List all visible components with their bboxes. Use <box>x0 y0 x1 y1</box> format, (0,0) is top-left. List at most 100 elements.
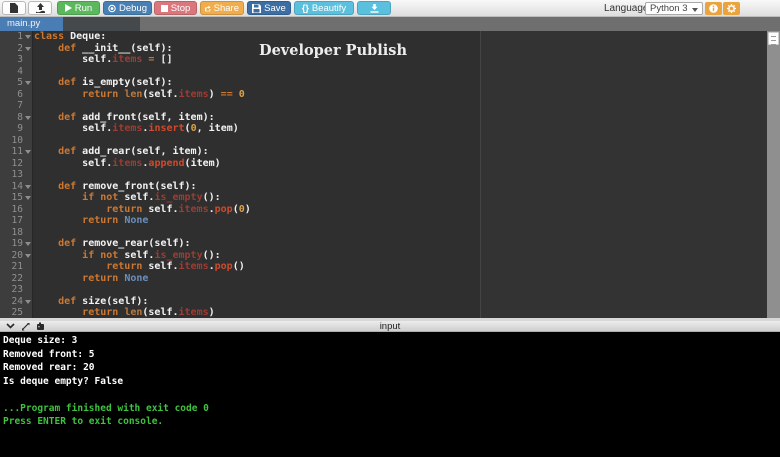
console-input-label: input <box>379 320 401 332</box>
play-icon <box>64 4 72 12</box>
gutter-line-number[interactable]: 5 <box>0 77 32 89</box>
code-line[interactable]: if not self.is_empty(): <box>34 250 766 262</box>
tab-bar: main.py <box>0 17 780 31</box>
gutter-line-number[interactable]: 21 <box>0 261 32 273</box>
code-line[interactable]: self.items.insert(0, item) <box>34 123 766 135</box>
info-button[interactable] <box>705 2 722 15</box>
code-line[interactable]: return self.items.pop() <box>34 261 766 273</box>
gutter-line-number[interactable]: 9 <box>0 123 32 135</box>
beautify-button-label: Beautify <box>311 2 347 14</box>
code-line[interactable]: return len(self.items) <box>34 307 766 318</box>
gear-icon <box>727 4 736 13</box>
editor-scrollbar-track[interactable] <box>767 31 780 318</box>
tab-strip-spacer <box>63 17 140 31</box>
fold-arrow-icon[interactable] <box>25 242 31 246</box>
editor-scrollbar-thumb[interactable] <box>768 32 779 45</box>
fold-arrow-icon[interactable] <box>25 46 31 51</box>
info-icon <box>709 4 718 13</box>
code-line[interactable]: def is_empty(self): <box>34 77 766 89</box>
settings-button[interactable] <box>723 2 740 15</box>
gutter-line-number[interactable]: 19 <box>0 238 32 250</box>
code-line[interactable] <box>34 169 766 181</box>
gutter-line-number[interactable]: 14 <box>0 181 32 193</box>
code-line[interactable] <box>34 227 766 239</box>
code-line[interactable] <box>34 100 766 112</box>
gutter-line-number[interactable]: 22 <box>0 273 32 285</box>
code-lines[interactable]: class Deque: def __init__(self): self.it… <box>34 31 766 318</box>
fold-arrow-icon[interactable] <box>25 115 31 120</box>
gutter-line-number[interactable]: 17 <box>0 215 32 227</box>
code-line[interactable]: return len(self.items) == 0 <box>34 89 766 101</box>
code-line[interactable]: class Deque: <box>34 31 766 43</box>
code-line[interactable]: def size(self): <box>34 296 766 308</box>
gutter-line-number[interactable]: 4 <box>0 66 32 78</box>
stop-button[interactable]: Stop <box>154 1 197 15</box>
fold-arrow-icon[interactable] <box>25 35 31 39</box>
debug-button-label: Debug <box>119 2 147 14</box>
console-header: input <box>0 321 780 332</box>
fold-arrow-icon[interactable] <box>25 196 31 200</box>
run-button-label: Run <box>74 2 93 14</box>
code-line[interactable]: def add_front(self, item): <box>34 112 766 124</box>
gutter-line-number[interactable]: 6 <box>0 89 32 101</box>
editor-gutter[interactable]: 1 2 3 4 5 6 7 8 9 10 11 12 13 14 15 16 17 18 19 20 21 22 23 24 2… <box>0 31 33 318</box>
gutter-line-number[interactable]: 25 <box>0 307 32 319</box>
gutter-line-number[interactable]: 2 <box>0 43 32 55</box>
gutter-line-number[interactable]: 24 <box>0 296 32 308</box>
gutter-line-number[interactable]: 1 <box>0 31 32 43</box>
console-line: Removed rear: 20 <box>3 362 95 373</box>
gutter-line-number[interactable]: 23 <box>0 284 32 296</box>
gutter-line-number[interactable]: 8 <box>0 112 32 124</box>
console-output[interactable]: Deque size: 3 Removed front: 5 Removed rea… <box>0 332 780 457</box>
beautify-button[interactable]: {} Beautify <box>294 1 354 15</box>
code-line[interactable]: def add_rear(self, item): <box>34 146 766 158</box>
code-line[interactable]: def remove_front(self): <box>34 181 766 193</box>
share-button[interactable]: Share <box>200 1 244 15</box>
stop-square-icon <box>160 4 168 12</box>
upload-button[interactable] <box>28 1 52 15</box>
code-line[interactable] <box>34 135 766 147</box>
gutter-line-number[interactable]: 20 <box>0 250 32 262</box>
select-caret-icon <box>692 8 698 12</box>
language-select-value: Python 3 <box>650 3 688 14</box>
code-editor[interactable]: 1 2 3 4 5 6 7 8 9 10 11 12 13 14 15 16 17 18 19 20 21 22 23 24 2… <box>0 31 780 318</box>
code-line[interactable]: return None <box>34 273 766 285</box>
gutter-line-number[interactable]: 11 <box>0 146 32 158</box>
language-label: Language <box>604 3 649 14</box>
code-line[interactable]: return None <box>34 215 766 227</box>
language-select[interactable]: Python 3 <box>645 2 703 15</box>
fold-arrow-icon[interactable] <box>25 81 31 85</box>
upload-icon <box>35 3 45 13</box>
save-button[interactable]: Save <box>247 1 291 15</box>
code-line[interactable]: self.items.append(item) <box>34 158 766 170</box>
gutter-line-number[interactable]: 3 <box>0 54 32 66</box>
ide-window: Run Debug Stop Share Save {} Beautify La… <box>0 0 780 457</box>
share-icon <box>205 5 211 11</box>
console-line: ...Program finished with exit code 0 <box>3 402 209 414</box>
gutter-line-number[interactable]: 10 <box>0 135 32 147</box>
tab-main-py[interactable]: main.py <box>0 17 63 31</box>
toolbar: Run Debug Stop Share Save {} Beautify La… <box>0 0 780 17</box>
gutter-line-number[interactable]: 15 <box>0 192 32 204</box>
fold-arrow-icon[interactable] <box>25 299 31 304</box>
code-line[interactable] <box>34 284 766 296</box>
fold-arrow-icon[interactable] <box>25 253 31 258</box>
gutter-line-number[interactable]: 18 <box>0 227 32 239</box>
gutter-line-number[interactable]: 16 <box>0 204 32 216</box>
gutter-line-number[interactable]: 12 <box>0 158 32 170</box>
code-line[interactable]: return self.items.pop(0) <box>34 204 766 216</box>
run-button[interactable]: Run <box>57 1 100 15</box>
code-line[interactable] <box>34 66 766 78</box>
save-floppy-icon <box>252 3 262 13</box>
stop-button-label: Stop <box>170 2 191 14</box>
code-line[interactable]: def remove_rear(self): <box>34 238 766 250</box>
debug-button[interactable]: Debug <box>103 1 152 15</box>
new-file-button[interactable] <box>2 1 26 15</box>
code-line[interactable]: if not self.is_empty(): <box>34 192 766 204</box>
gutter-line-number[interactable]: 13 <box>0 169 32 181</box>
gutter-line-number[interactable]: 7 <box>0 100 32 112</box>
fold-arrow-icon[interactable] <box>25 150 31 154</box>
download-button[interactable] <box>357 1 391 15</box>
fold-arrow-icon[interactable] <box>25 184 31 189</box>
